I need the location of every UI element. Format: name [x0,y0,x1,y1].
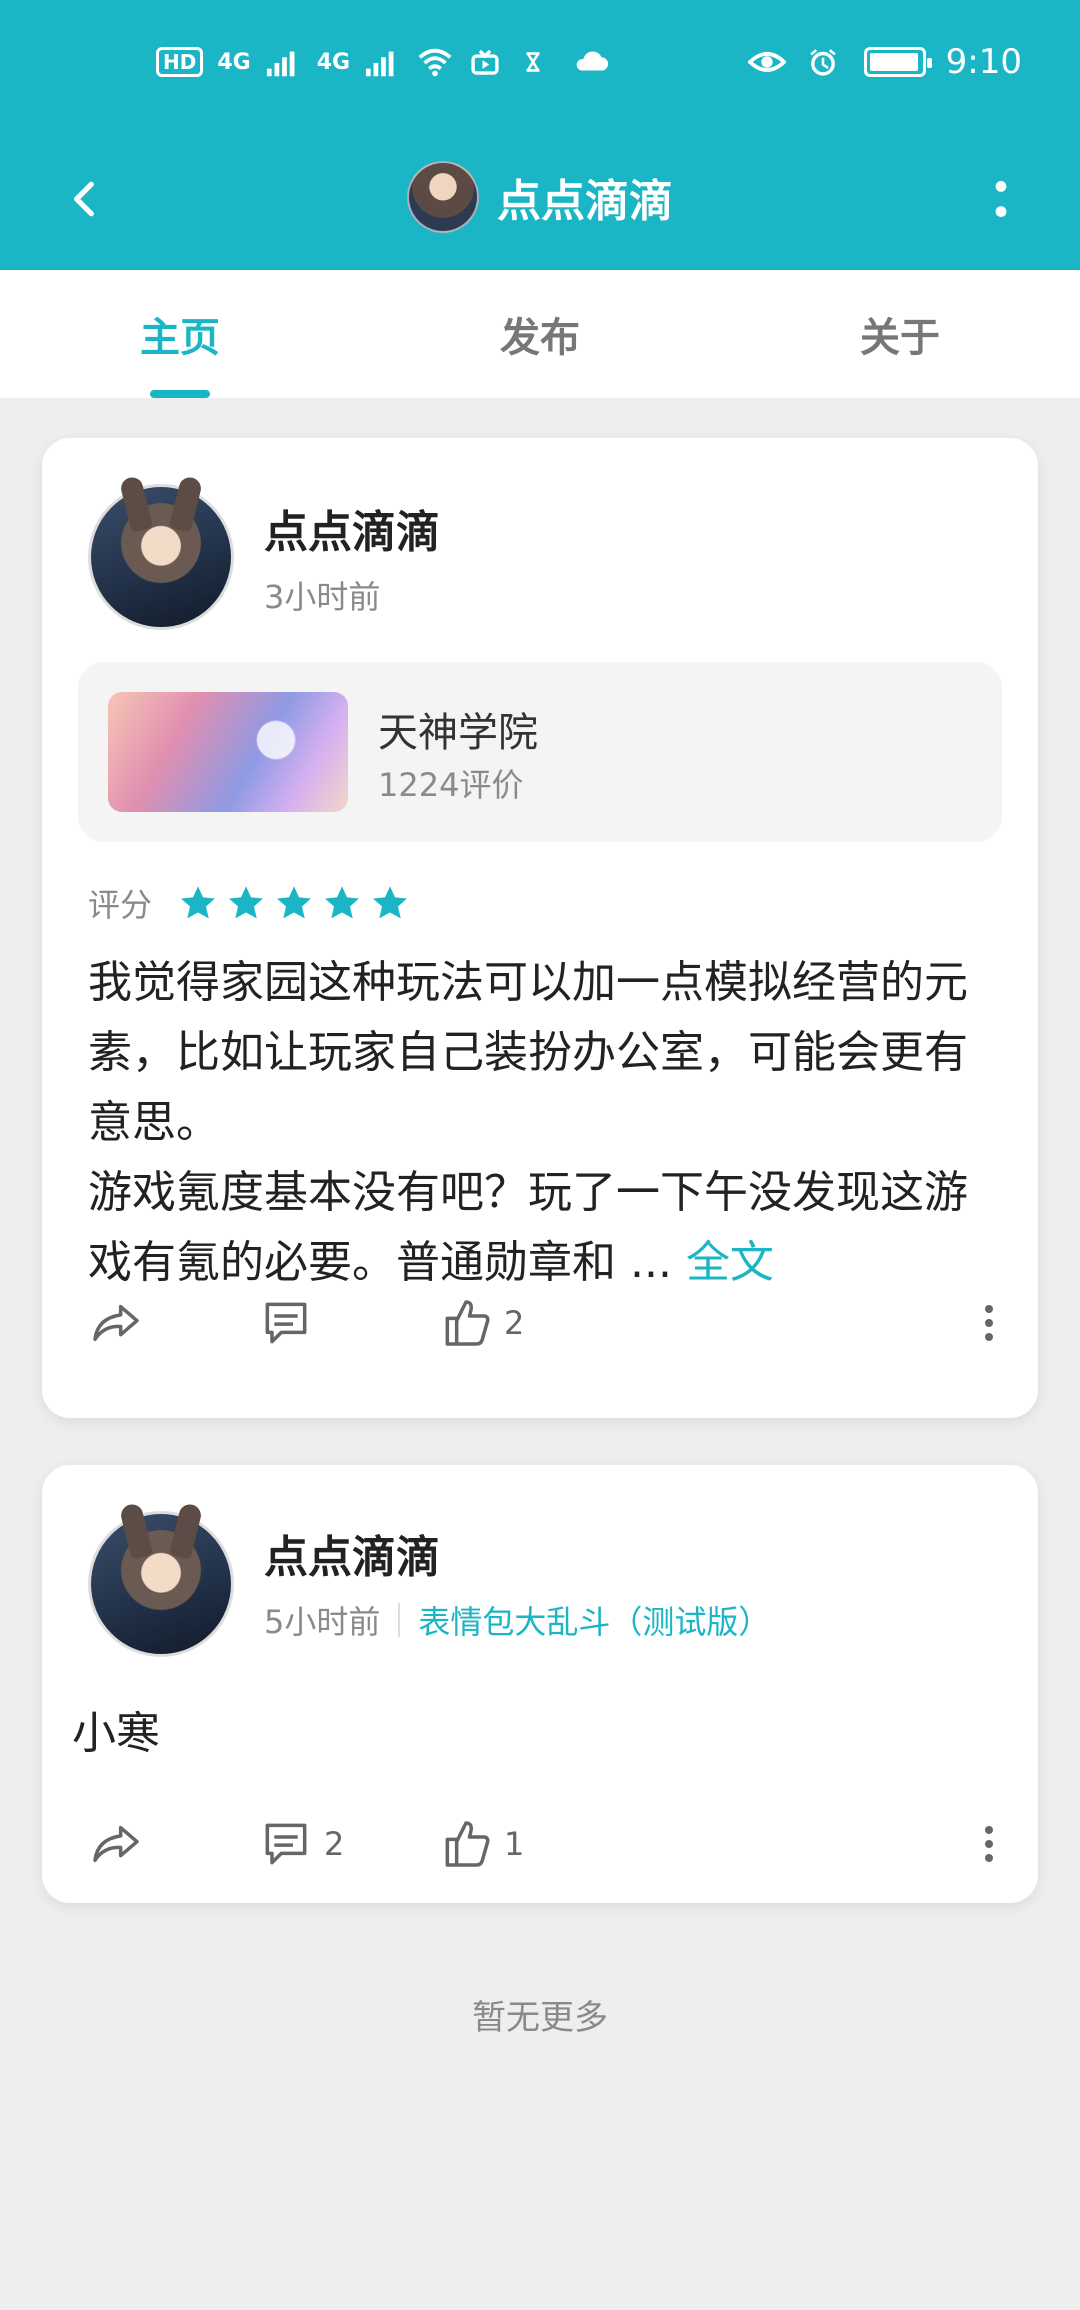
post-time: 5小时前 [264,1603,381,1641]
dot [985,1854,993,1862]
post-body[interactable]: 我觉得家园这种玩法可以加一点模拟经营的元素，比如让玩家自己装扮办公室，可能会更有… [88,948,1008,1298]
alarm-icon [806,45,844,79]
post-time: 3小时前 [264,578,381,616]
post-excerpt: 游戏氪度基本没有吧？玩了一下午没发现这游戏有氪的必要。普通勋章和 ... [88,1167,968,1288]
star-icon [229,886,264,919]
tab-posts[interactable]: 发布 [360,270,720,398]
network-label-2: 4G [316,49,351,75]
hd-icon: HD [156,47,204,77]
share-button[interactable] [88,1295,258,1351]
page-title: 点点滴滴 [497,176,673,227]
thumbs-up-icon [445,1821,490,1867]
post-author[interactable]: 点点滴滴 [264,496,440,560]
share-button[interactable] [88,1816,258,1872]
game-review-count: 1224评价 [378,766,524,804]
rating-row: 评分 [88,880,410,926]
post-more-button[interactable] [974,1814,1004,1874]
post-actions: 2 [88,1288,1004,1358]
thumbs-up-icon [445,1300,490,1346]
comment-count: 2 [324,1825,345,1863]
status-left-icons: HD 4G 4G [156,40,610,84]
network-label-1: 4G [217,49,251,75]
wifi-icon [416,45,454,79]
like-button[interactable]: 1 [438,1816,628,1872]
star-icon [181,886,216,919]
battery-level [869,53,918,71]
share-icon [93,1304,139,1342]
like-count: 1 [504,1825,525,1863]
battery-icon [863,47,932,77]
profile-tabs: 主页 发布 关于 [0,270,1080,398]
meta-divider [398,1603,401,1637]
post-card[interactable]: 点点滴滴 5小时前 表情包大乱斗（测试版） 小寒 2 1 [42,1465,1038,1903]
post-meta: 3小时前 [264,572,380,618]
like-count: 2 [504,1304,525,1342]
signal-icon [364,45,402,79]
post-card[interactable]: 点点滴滴 3小时前 天神学院 1224评价 评分 我觉得家园这种玩法可以加一点模… [42,438,1038,1418]
rating-stars [178,883,410,923]
dot [985,1305,993,1313]
tab-about[interactable]: 关于 [720,270,1080,398]
status-right-icons: 9:10 [746,34,1022,90]
rating-label: 评分 [88,886,153,924]
post-paragraph: 我觉得家园这种玩法可以加一点模拟经营的元素，比如让玩家自己装扮办公室，可能会更有… [88,957,968,1148]
tab-home-label: 主页 [140,315,220,361]
tab-about-label: 关于 [860,315,940,361]
status-time: 9:10 [945,42,1022,82]
dot [985,1333,993,1341]
more-vertical-icon [995,181,1007,217]
tab-posts-label: 发布 [500,315,580,361]
game-thumbnail [108,692,348,812]
comment-icon [265,1823,307,1865]
full-text-link[interactable]: 全文 [686,1237,774,1288]
avatar[interactable] [88,1511,234,1657]
post-meta: 5小时前 表情包大乱斗（测试版） [264,1597,770,1643]
game-link[interactable]: 表情包大乱斗（测试版） [418,1597,770,1643]
post-paragraph: 游戏氪度基本没有吧？玩了一下午没发现这游戏有氪的必要。普通勋章和 ... 全文 [88,1158,1008,1298]
post-author[interactable]: 点点滴滴 [264,1521,440,1585]
star-icon [325,886,360,919]
top-bar: HD 4G 4G 9:10 点点滴滴 [0,0,1080,270]
post-actions: 2 1 [88,1809,1004,1879]
hourglass-icon [520,45,558,79]
signal-icon [265,45,303,79]
comment-button[interactable]: 2 [258,1816,438,1872]
game-card[interactable]: 天神学院 1224评价 [78,662,1002,842]
app-header: 点点滴滴 [0,124,1080,270]
game-title: 天神学院 [378,710,538,756]
share-icon [93,1825,139,1863]
post-more-button[interactable] [974,1293,1004,1353]
like-button[interactable]: 2 [438,1295,628,1351]
tab-home[interactable]: 主页 [0,270,360,398]
eye-icon [746,45,787,79]
dot [985,1826,993,1834]
comment-button[interactable] [258,1295,438,1351]
post-body[interactable]: 小寒 [72,1697,160,1761]
dot [985,1840,993,1848]
active-tab-indicator [150,390,210,398]
overflow-menu-button[interactable] [956,154,1046,244]
comment-icon [265,1302,307,1344]
tv-icon [468,45,506,79]
header-avatar [407,161,479,233]
dot [985,1319,993,1327]
avatar[interactable] [88,484,234,630]
header-center: 点点滴滴 [0,124,1080,270]
star-icon [277,886,312,919]
no-more-text: 暂无更多 [472,1998,608,2038]
star-icon [373,886,408,919]
status-bar: HD 4G 4G 9:10 [0,0,1080,124]
cloud-icon [572,45,610,79]
